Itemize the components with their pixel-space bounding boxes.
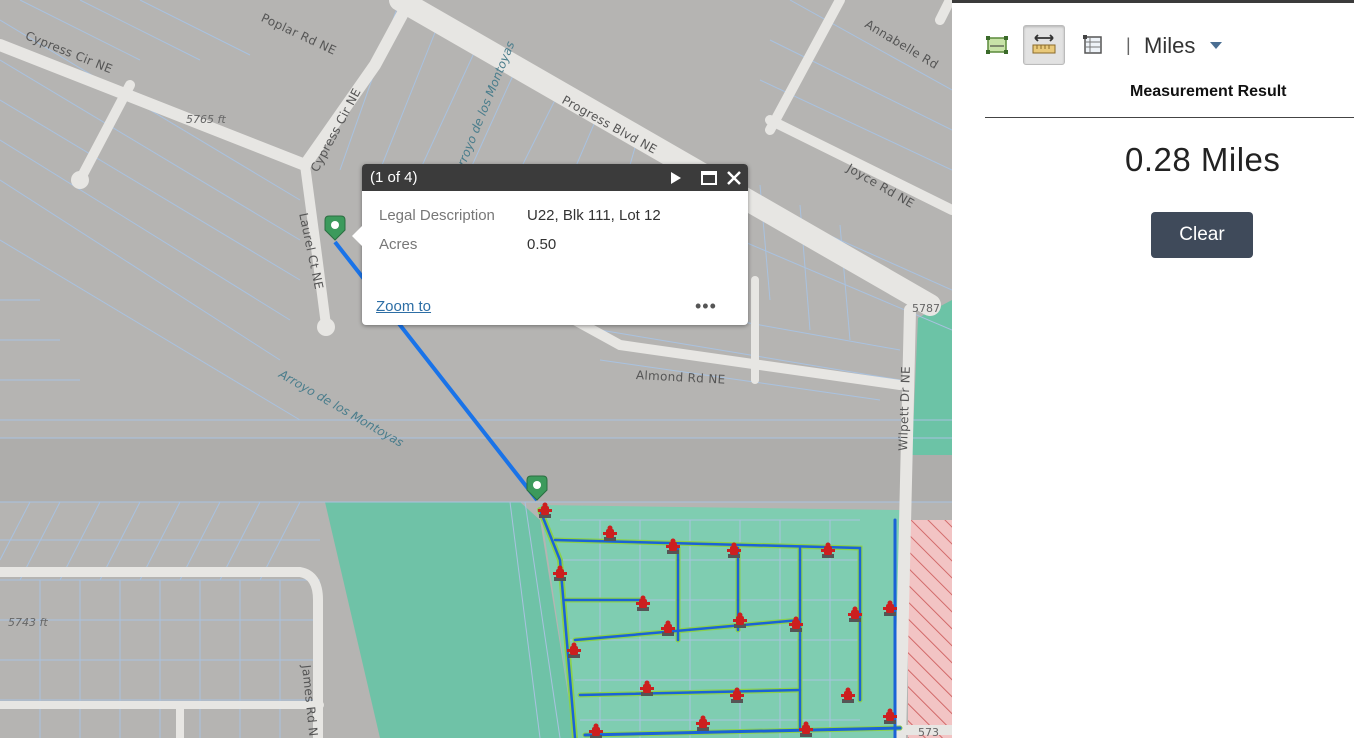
feature-popup: (1 of 4) Legal Description U22, Blk 111,… — [352, 164, 748, 325]
elevation-label: 573 — [918, 726, 939, 738]
road-label: Wilpett Dr NE — [896, 365, 913, 452]
more-options-icon[interactable]: ••• — [695, 296, 717, 317]
hatched-zone — [908, 520, 952, 738]
measurement-panel: | Miles Measurement Result 0.28 Miles Cl… — [952, 0, 1354, 738]
distance-tool-button[interactable] — [1023, 25, 1065, 65]
unit-dropdown[interactable]: Miles — [1144, 33, 1195, 59]
area-tool-icon — [986, 36, 1008, 54]
cul-de-sac — [317, 318, 335, 336]
popup-pointer — [352, 226, 362, 246]
area-tool-button[interactable] — [976, 25, 1018, 65]
field-label: Legal Description — [379, 207, 495, 224]
popup-field-row: Acres 0.50 — [379, 236, 748, 253]
popup-header: (1 of 4) — [362, 164, 748, 191]
map-view[interactable]: Poplar Rd NE Cypress Cir NE Cypress Cir … — [0, 0, 952, 738]
zoom-to-link[interactable]: Zoom to — [376, 298, 431, 315]
result-heading: Measurement Result — [1130, 83, 1287, 100]
measurement-value: 0.28 Miles — [1125, 141, 1281, 178]
maximize-icon[interactable] — [699, 168, 719, 188]
popup-title: (1 of 4) — [370, 169, 418, 186]
cul-de-sac — [71, 171, 89, 189]
elevation-label: 5743 ft — [8, 616, 48, 629]
divider — [985, 117, 1354, 118]
location-tool-button[interactable] — [1072, 25, 1114, 65]
location-tool-icon — [1083, 35, 1102, 54]
toolbar-separator: | — [1126, 35, 1131, 55]
clear-button[interactable]: Clear — [1151, 212, 1253, 258]
popup-body: Legal Description U22, Blk 111, Lot 12 A… — [362, 191, 748, 253]
distance-tool-icon — [1032, 34, 1056, 54]
popup-field-row: Legal Description U22, Blk 111, Lot 12 — [379, 207, 748, 224]
field-label: Acres — [379, 236, 418, 253]
play-icon[interactable] — [666, 168, 686, 188]
park-area-east — [912, 300, 952, 455]
elevation-label: 5765 ft — [186, 113, 226, 126]
elevation-label: 5787 — [912, 302, 940, 315]
field-value: 0.50 — [527, 236, 557, 253]
close-icon[interactable] — [724, 168, 744, 188]
chevron-down-icon[interactable] — [1210, 42, 1222, 49]
field-value: U22, Blk 111, Lot 12 — [527, 207, 661, 224]
